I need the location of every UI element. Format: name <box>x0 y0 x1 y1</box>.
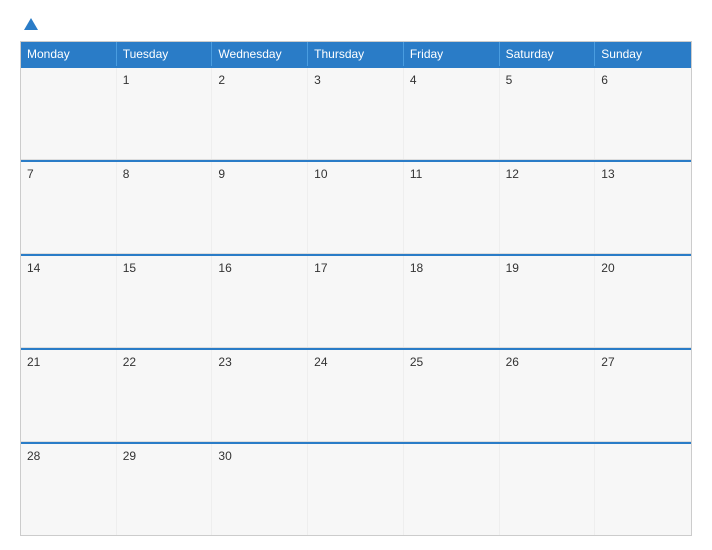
logo-blue-text <box>20 18 38 31</box>
day-cell: 30 <box>212 444 308 535</box>
day-cell: 16 <box>212 256 308 347</box>
day-number: 15 <box>123 261 136 275</box>
day-cell: 10 <box>308 162 404 253</box>
day-cell: 21 <box>21 350 117 441</box>
day-number: 13 <box>601 167 614 181</box>
day-number: 10 <box>314 167 327 181</box>
day-number: 30 <box>218 449 231 463</box>
day-number: 16 <box>218 261 231 275</box>
days-header-row: MondayTuesdayWednesdayThursdayFridaySatu… <box>21 42 691 66</box>
day-cell: 9 <box>212 162 308 253</box>
day-cell: 7 <box>21 162 117 253</box>
day-number: 26 <box>506 355 519 369</box>
day-number: 28 <box>27 449 40 463</box>
day-cell: 19 <box>500 256 596 347</box>
day-number: 22 <box>123 355 136 369</box>
week-row-0: 1 2 3 4 5 6 <box>21 66 691 160</box>
day-number: 27 <box>601 355 614 369</box>
day-number: 3 <box>314 73 321 87</box>
day-number: 20 <box>601 261 614 275</box>
day-cell: 1 <box>117 68 213 159</box>
day-number: 25 <box>410 355 423 369</box>
week-row-4: 28 29 30 <box>21 442 691 535</box>
logo-triangle-icon <box>24 18 38 30</box>
day-number: 14 <box>27 261 40 275</box>
day-cell <box>595 444 691 535</box>
day-cell <box>308 444 404 535</box>
day-header-monday: Monday <box>21 42 117 66</box>
week-row-1: 7 8 9 10 11 12 13 <box>21 160 691 254</box>
day-cell: 24 <box>308 350 404 441</box>
day-cell <box>404 444 500 535</box>
week-row-2: 14 15 16 17 18 19 20 <box>21 254 691 348</box>
day-cell <box>500 444 596 535</box>
header <box>20 18 692 31</box>
day-cell: 4 <box>404 68 500 159</box>
day-number: 23 <box>218 355 231 369</box>
calendar-page: MondayTuesdayWednesdayThursdayFridaySatu… <box>0 0 712 550</box>
calendar-grid: MondayTuesdayWednesdayThursdayFridaySatu… <box>20 41 692 536</box>
day-cell: 3 <box>308 68 404 159</box>
week-row-3: 21 22 23 24 25 26 27 <box>21 348 691 442</box>
logo <box>20 18 38 31</box>
day-cell: 13 <box>595 162 691 253</box>
day-cell: 8 <box>117 162 213 253</box>
day-cell: 22 <box>117 350 213 441</box>
day-number: 8 <box>123 167 130 181</box>
day-header-saturday: Saturday <box>500 42 596 66</box>
day-number: 12 <box>506 167 519 181</box>
day-cell: 26 <box>500 350 596 441</box>
day-number: 5 <box>506 73 513 87</box>
day-cell: 29 <box>117 444 213 535</box>
day-number: 29 <box>123 449 136 463</box>
day-header-tuesday: Tuesday <box>117 42 213 66</box>
day-header-wednesday: Wednesday <box>212 42 308 66</box>
day-number: 2 <box>218 73 225 87</box>
day-number: 21 <box>27 355 40 369</box>
day-cell: 11 <box>404 162 500 253</box>
day-header-sunday: Sunday <box>595 42 691 66</box>
day-number: 19 <box>506 261 519 275</box>
day-number: 11 <box>410 167 422 181</box>
day-cell: 6 <box>595 68 691 159</box>
day-cell: 17 <box>308 256 404 347</box>
day-cell: 15 <box>117 256 213 347</box>
day-cell <box>21 68 117 159</box>
day-cell: 25 <box>404 350 500 441</box>
day-number: 17 <box>314 261 327 275</box>
day-cell: 18 <box>404 256 500 347</box>
day-number: 4 <box>410 73 417 87</box>
day-number: 24 <box>314 355 327 369</box>
day-header-thursday: Thursday <box>308 42 404 66</box>
day-header-friday: Friday <box>404 42 500 66</box>
day-cell: 20 <box>595 256 691 347</box>
day-cell: 28 <box>21 444 117 535</box>
day-number: 7 <box>27 167 34 181</box>
day-number: 1 <box>123 73 130 87</box>
day-cell: 12 <box>500 162 596 253</box>
day-number: 18 <box>410 261 423 275</box>
day-number: 9 <box>218 167 225 181</box>
day-cell: 27 <box>595 350 691 441</box>
day-cell: 5 <box>500 68 596 159</box>
day-cell: 2 <box>212 68 308 159</box>
day-number: 6 <box>601 73 608 87</box>
day-cell: 23 <box>212 350 308 441</box>
calendar-body: 1234567891011121314151617181920212223242… <box>21 66 691 535</box>
day-cell: 14 <box>21 256 117 347</box>
